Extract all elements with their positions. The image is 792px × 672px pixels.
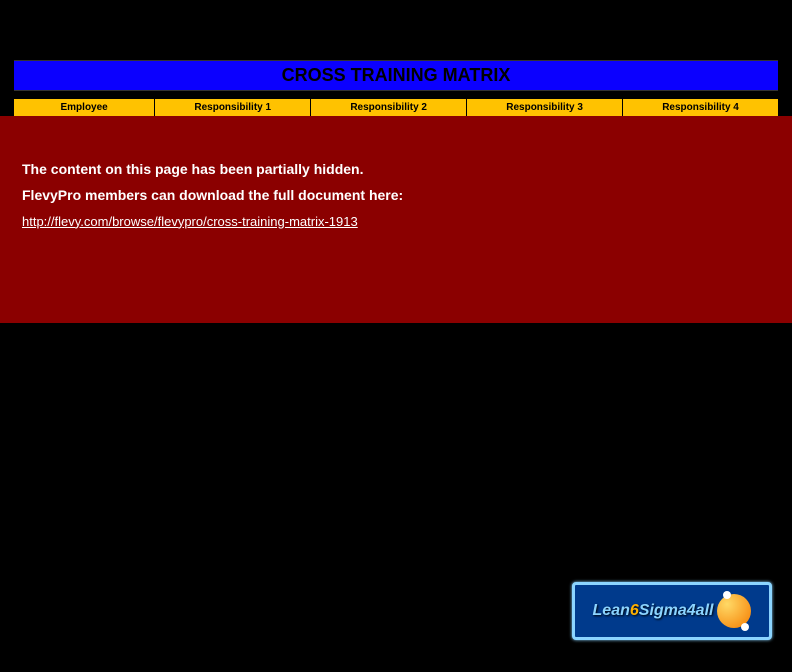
- header-resp3: Responsibility 3: [467, 99, 623, 116]
- overlay-message-2: FlevyPro members can download the full d…: [22, 184, 770, 208]
- overlay-message-1: The content on this page has been partia…: [22, 158, 770, 182]
- header-employee: Employee: [14, 99, 155, 116]
- hidden-content-overlay: The content on this page has been partia…: [0, 116, 792, 323]
- header-resp1: Responsibility 1: [155, 99, 311, 116]
- logo-icon: [717, 594, 751, 628]
- logo-text: Lean6Sigma4all: [593, 602, 714, 620]
- table-header-row: Employee Responsibility 1 Responsibility…: [14, 99, 778, 116]
- header-resp4: Responsibility 4: [623, 99, 778, 116]
- page-title: CROSS TRAINING MATRIX: [14, 60, 778, 91]
- header-resp2: Responsibility 2: [311, 99, 467, 116]
- brand-logo: Lean6Sigma4all: [572, 582, 772, 640]
- download-link[interactable]: http://flevy.com/browse/flevypro/cross-t…: [22, 214, 358, 229]
